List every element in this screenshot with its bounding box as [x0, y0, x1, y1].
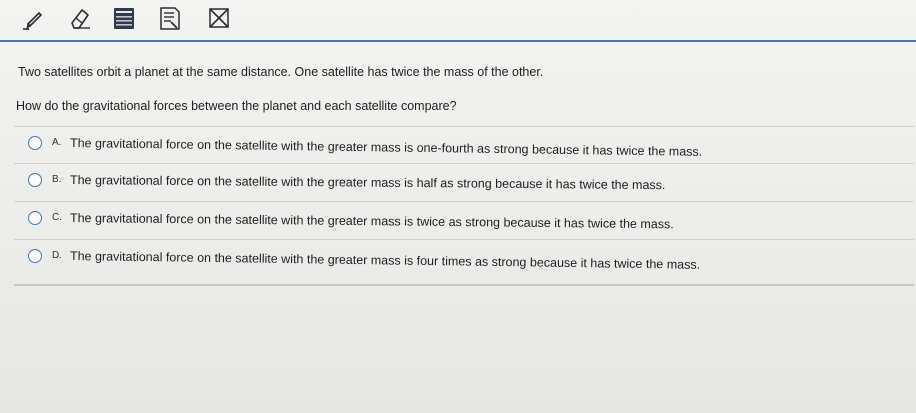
- answer-option-d[interactable]: D. The gravitational force on the satell…: [14, 240, 914, 286]
- answer-letter: C.: [52, 212, 62, 223]
- toolbar: [0, 0, 916, 42]
- radio-button-c[interactable]: [28, 211, 42, 225]
- radio-button-b[interactable]: [28, 173, 42, 187]
- question-prompt: How do the gravitational forces between …: [16, 99, 457, 113]
- radio-button-a[interactable]: [28, 136, 42, 150]
- answer-letter: D.: [52, 250, 62, 261]
- answer-text: The gravitational force on the satellite…: [69, 173, 666, 193]
- question-stem: Two satellites orbit a planet at the sam…: [18, 65, 544, 79]
- answer-option-b[interactable]: B. The gravitational force on the satell…: [14, 164, 914, 202]
- pencil-icon[interactable]: [20, 4, 48, 32]
- answer-letter: B.: [52, 174, 62, 185]
- calculator-icon[interactable]: [110, 4, 138, 32]
- answer-letter: A.: [52, 137, 62, 148]
- answer-choices: A. The gravitational force on the satell…: [14, 126, 914, 286]
- radio-button-d[interactable]: [28, 249, 42, 263]
- answer-eliminator-icon[interactable]: [205, 4, 233, 32]
- answer-text: The gravitational force on the satellite…: [69, 211, 674, 232]
- eraser-icon[interactable]: [66, 4, 94, 32]
- answer-text: The gravitational force on the satellite…: [69, 136, 703, 159]
- reference-sheet-icon[interactable]: [156, 4, 184, 32]
- answer-option-a[interactable]: A. The gravitational force on the satell…: [14, 126, 914, 164]
- answer-option-c[interactable]: C. The gravitational force on the satell…: [14, 202, 914, 240]
- answer-text: The gravitational force on the satellite…: [69, 249, 701, 272]
